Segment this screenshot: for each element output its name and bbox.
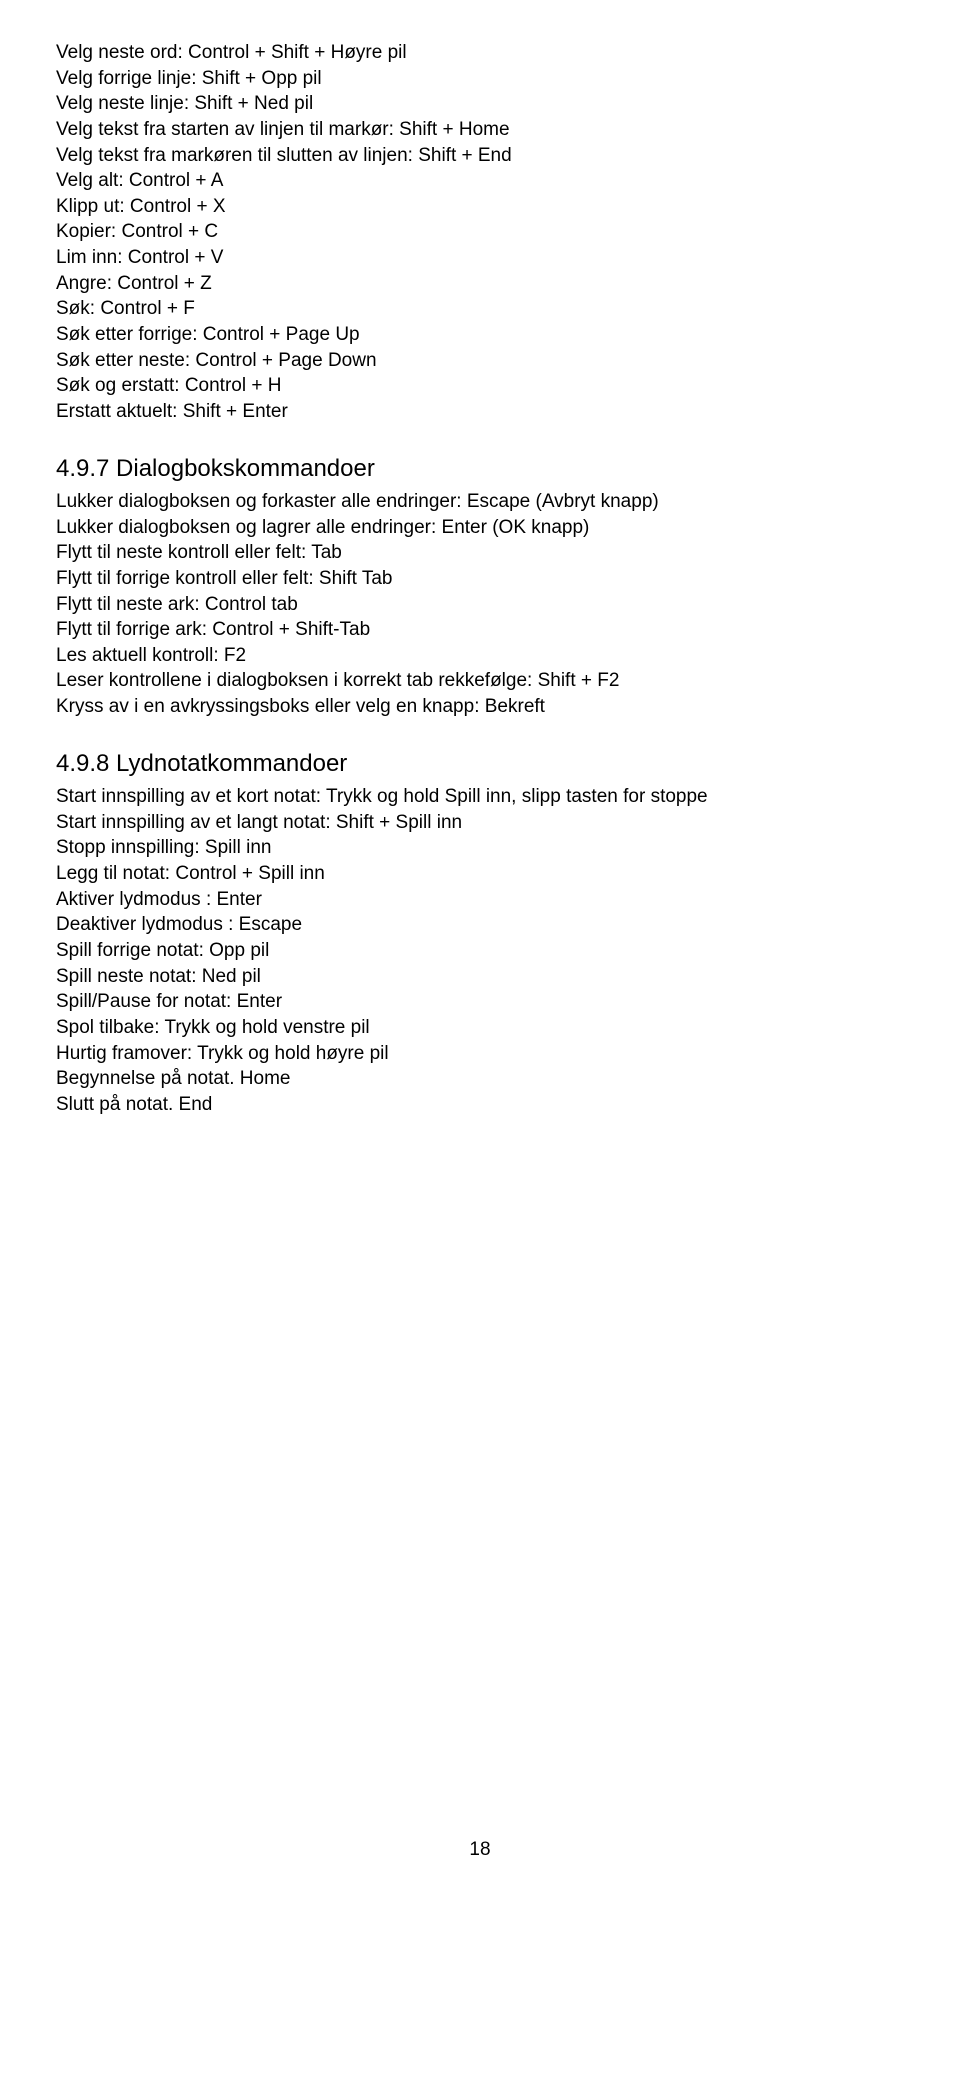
text-line: Klipp ut: Control + X — [56, 194, 904, 220]
heading-dialog-commands: 4.9.7 Dialogbokskommandoer — [56, 453, 904, 485]
text-line: Deaktiver lydmodus : Escape — [56, 912, 904, 938]
text-line: Kryss av i en avkryssingsboks eller velg… — [56, 694, 904, 720]
text-line: Flytt til forrige ark: Control + Shift-T… — [56, 617, 904, 643]
text-line: Flytt til neste kontroll eller felt: Tab — [56, 540, 904, 566]
text-line: Søk etter neste: Control + Page Down — [56, 348, 904, 374]
text-line: Velg neste linje: Shift + Ned pil — [56, 91, 904, 117]
text-line: Legg til notat: Control + Spill inn — [56, 861, 904, 887]
text-line: Spill forrige notat: Opp pil — [56, 938, 904, 964]
text-line: Erstatt aktuelt: Shift + Enter — [56, 399, 904, 425]
text-line: Start innspilling av et langt notat: Shi… — [56, 810, 904, 836]
text-line: Lukker dialogboksen og lagrer alle endri… — [56, 515, 904, 541]
section-text-commands: Velg neste ord: Control + Shift + Høyre … — [56, 40, 904, 425]
text-line: Spill neste notat: Ned pil — [56, 964, 904, 990]
text-line: Søk: Control + F — [56, 296, 904, 322]
text-line: Velg forrige linje: Shift + Opp pil — [56, 66, 904, 92]
text-line: Lukker dialogboksen og forkaster alle en… — [56, 489, 904, 515]
text-line: Slutt på notat. End — [56, 1092, 904, 1118]
text-line: Hurtig framover: Trykk og hold høyre pil — [56, 1041, 904, 1067]
section-audio-commands: 4.9.8 Lydnotatkommandoer Start innspilli… — [56, 748, 904, 1118]
text-line: Velg tekst fra starten av linjen til mar… — [56, 117, 904, 143]
text-line: Velg tekst fra markøren til slutten av l… — [56, 143, 904, 169]
text-line: Leser kontrollene i dialogboksen i korre… — [56, 668, 904, 694]
dialog-commands-body: Lukker dialogboksen og forkaster alle en… — [56, 489, 904, 720]
text-line: Velg neste ord: Control + Shift + Høyre … — [56, 40, 904, 66]
heading-audio-commands: 4.9.8 Lydnotatkommandoer — [56, 748, 904, 780]
text-line: Lim inn: Control + V — [56, 245, 904, 271]
text-line: Begynnelse på notat. Home — [56, 1066, 904, 1092]
text-line: Søk etter forrige: Control + Page Up — [56, 322, 904, 348]
text-line: Søk og erstatt: Control + H — [56, 373, 904, 399]
text-line: Spill/Pause for notat: Enter — [56, 989, 904, 1015]
audio-commands-body: Start innspilling av et kort notat: Tryk… — [56, 784, 904, 1117]
text-line: Flytt til neste ark: Control tab — [56, 592, 904, 618]
text-line: Flytt til forrige kontroll eller felt: S… — [56, 566, 904, 592]
text-line: Les aktuell kontroll: F2 — [56, 643, 904, 669]
text-line: Spol tilbake: Trykk og hold venstre pil — [56, 1015, 904, 1041]
text-line: Angre: Control + Z — [56, 271, 904, 297]
section-dialog-commands: 4.9.7 Dialogbokskommandoer Lukker dialog… — [56, 453, 904, 720]
text-line: Start innspilling av et kort notat: Tryk… — [56, 784, 904, 810]
text-line: Kopier: Control + C — [56, 219, 904, 245]
text-line: Aktiver lydmodus : Enter — [56, 887, 904, 913]
text-line: Velg alt: Control + A — [56, 168, 904, 194]
text-line: Stopp innspilling: Spill inn — [56, 835, 904, 861]
page-number: 18 — [56, 1837, 904, 1863]
